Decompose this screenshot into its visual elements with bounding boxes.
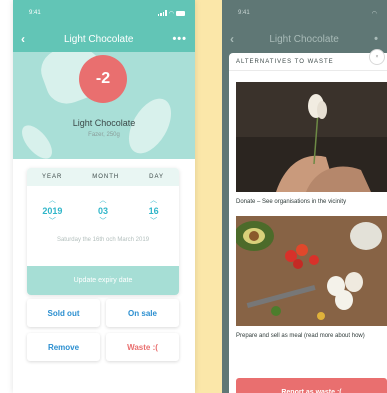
chevron-down-icon[interactable]: ﹀ xyxy=(32,217,72,226)
chevron-down-icon[interactable]: ﹀ xyxy=(83,217,123,226)
day-value: 16 xyxy=(148,206,159,216)
phone-screen-alternatives: 9:41 ◠ ‹ Light Chocolate • ALTERNATIVES … xyxy=(222,0,387,393)
meal-photo[interactable] xyxy=(236,216,387,326)
donate-photo[interactable] xyxy=(236,82,387,192)
page-title: Light Chocolate xyxy=(63,33,134,45)
donate-caption[interactable]: Donate – See organisations in the vicini… xyxy=(236,199,346,205)
date-summary: Saturday the 16th och March 2019 xyxy=(56,237,150,243)
status-time: 9:41 xyxy=(238,10,250,16)
report-waste-button[interactable]: Report as waste :( xyxy=(236,378,387,393)
close-icon[interactable]: × xyxy=(369,49,385,65)
product-name: Light Chocolate xyxy=(72,118,136,128)
year-column: ︿ 2019 ﹀ xyxy=(32,196,72,226)
wifi-icon: ◠ xyxy=(168,10,174,17)
chevron-up-icon[interactable]: ︿ xyxy=(134,196,174,205)
phone-screen-product: 9:41 ◠ ‹ Light Chocolate ••• -2 Light Ch… xyxy=(13,0,195,393)
chevron-left-icon[interactable]: ‹ xyxy=(21,32,25,46)
update-expiry-button[interactable]: Update expiry date xyxy=(27,266,179,295)
chevron-up-icon[interactable]: ︿ xyxy=(83,196,123,205)
status-bar: 9:41 ◠ xyxy=(13,0,195,26)
chevron-left-icon[interactable]: ‹ xyxy=(230,32,234,46)
remove-button[interactable]: Remove xyxy=(27,333,100,361)
sheet-title: ALTERNATIVES TO WASTE xyxy=(229,53,387,71)
expiry-date-picker: YEAR MONTH DAY ︿ 2019 ﹀ ︿ 03 ﹀ ︿ 16 ﹀ Sa… xyxy=(27,168,179,295)
date-columns: ︿ 2019 ﹀ ︿ 03 ﹀ ︿ 16 ﹀ xyxy=(27,186,179,226)
status-time: 9:41 xyxy=(29,10,41,16)
day-header: DAY xyxy=(149,174,165,180)
battery-icon xyxy=(176,10,185,16)
month-column: ︿ 03 ﹀ xyxy=(83,196,123,226)
year-value: 2019 xyxy=(42,206,63,216)
waste-button[interactable]: Waste :( xyxy=(106,333,179,361)
month-header: MONTH xyxy=(92,174,120,180)
product-subtitle: Fazer, 250g xyxy=(88,132,120,138)
app-header: ‹ Light Chocolate ••• xyxy=(13,26,195,52)
on-sale-button[interactable]: On sale xyxy=(106,299,179,327)
more-dots-icon[interactable]: • xyxy=(374,33,379,45)
month-value: 03 xyxy=(97,206,108,216)
wifi-icon: ◠ xyxy=(371,10,377,17)
sold-out-button[interactable]: Sold out xyxy=(27,299,100,327)
top-bar: 9:41 ◠ ‹ Light Chocolate ••• xyxy=(13,0,195,52)
chevron-down-icon[interactable]: ﹀ xyxy=(134,217,174,226)
status-bar: 9:41 ◠ xyxy=(222,0,387,26)
alternatives-sheet: ALTERNATIVES TO WASTE Donate – See organ… xyxy=(229,53,387,393)
product-hero: -2 Light Chocolate Fazer, 250g xyxy=(13,52,195,159)
meal-caption[interactable]: Prepare and sell as meal (read more abou… xyxy=(236,333,365,339)
chevron-up-icon[interactable]: ︿ xyxy=(32,196,72,205)
day-column: ︿ 16 ﹀ xyxy=(134,196,174,226)
app-header: ‹ Light Chocolate • xyxy=(222,26,387,52)
signal-icon xyxy=(157,10,167,16)
status-icons: ◠ xyxy=(372,10,377,17)
status-icons: ◠ xyxy=(157,10,185,17)
page-title: Light Chocolate xyxy=(269,33,339,45)
more-dots-icon[interactable]: ••• xyxy=(172,33,187,45)
count-badge: -2 xyxy=(79,55,127,103)
date-picker-header: YEAR MONTH DAY xyxy=(27,168,179,186)
year-header: YEAR xyxy=(41,174,63,180)
